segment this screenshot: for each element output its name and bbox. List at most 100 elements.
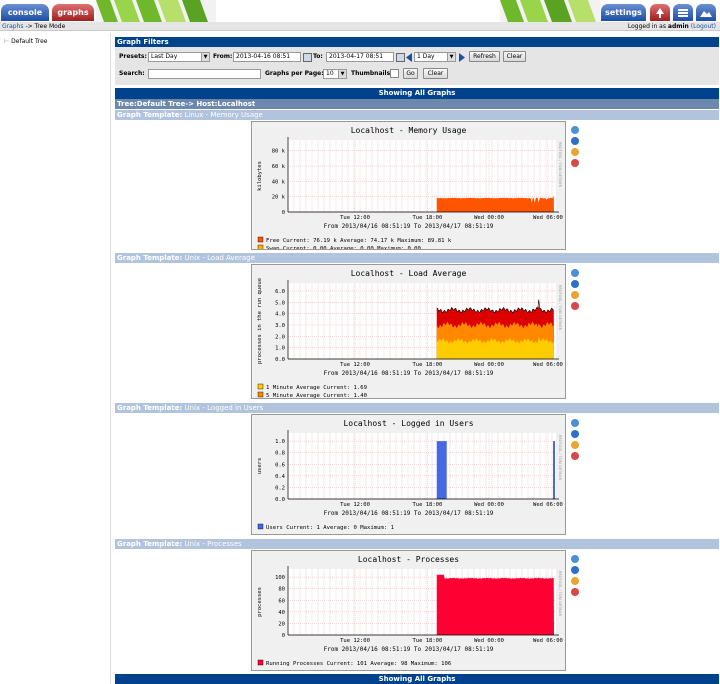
x-tick-label: Wed 00:00 (474, 362, 504, 368)
y-tick-label: 0.8 (275, 451, 285, 457)
y-axis-label: processes in the run queue (257, 278, 263, 364)
x-tick-label: Tue 12:00 (340, 502, 370, 508)
rrdtool-watermark: RRDTOOL / TOBI OETIKER (558, 142, 562, 188)
legend-swatch (257, 244, 264, 249)
legend-entry: Swap Current: 0.00 Average: 0.00 Maximum… (266, 246, 421, 249)
thumbnails-checkbox[interactable] (390, 69, 399, 78)
chevron-down-icon: ▼ (201, 53, 209, 61)
delete-icon[interactable] (571, 302, 579, 310)
y-tick-label: 0 (282, 210, 285, 216)
legend-swatch (257, 383, 264, 390)
time-range: From 2013/04/16 08:51:19 To 2013/04/17 0… (324, 370, 494, 377)
area-processes (436, 574, 554, 635)
edit-icon[interactable] (571, 148, 579, 156)
y-tick-label: 2.0 (275, 334, 285, 340)
graphs-tab[interactable]: graphs (52, 4, 94, 21)
to-calendar-icon[interactable] (396, 53, 405, 62)
preview-view-tab[interactable] (696, 4, 716, 21)
info-icon[interactable] (571, 137, 579, 145)
time-range: From 2013/04/16 08:51:19 To 2013/04/17 0… (324, 646, 494, 653)
breadcrumb-separator: -> (23, 23, 35, 30)
graph-memory-usage-svg: Localhost - Memory Usage 0 20 k 40 k 60 k 80 … (257, 126, 563, 249)
breadcrumb-current: Tree Mode (34, 23, 66, 30)
from-date-value: 2013-04-16 08:51 (236, 53, 291, 60)
delete-icon[interactable] (571, 588, 579, 596)
delete-icon[interactable] (571, 159, 579, 167)
decorative-stripes-left (96, 0, 216, 22)
graph-load-average-svg: Localhost - Load Average 0.0 1.0 2.0 3.0 4.0 5… (257, 269, 563, 398)
rrdtool-watermark: RRDTOOL / TOBI OETIKER (558, 571, 562, 617)
y-tick-label: 80 k (272, 149, 286, 155)
x-tick-label: Wed 06:00 (533, 638, 563, 644)
y-tick-label: 5.0 (275, 300, 285, 306)
edit-icon[interactable] (571, 441, 579, 449)
y-axis-label: kilobytes (257, 161, 263, 191)
decorative-stripes-right (500, 0, 600, 22)
tree-item-default[interactable]: ⊢ Default Tree (4, 38, 47, 45)
legend-entry: Users Current: 1 Average: 0 Maximum: 1 (266, 525, 394, 531)
info-icon[interactable] (571, 566, 579, 574)
info-icon[interactable] (571, 280, 579, 288)
go-button[interactable]: Go (403, 68, 418, 79)
presets-select[interactable]: Last Day ▼ (148, 52, 210, 62)
x-tick-label: Tue 12:00 (340, 215, 370, 221)
template-name: Unix - Logged in Users (184, 404, 264, 412)
from-date-input[interactable]: 2013-04-16 08:51 (233, 52, 301, 62)
legend-swatch (257, 391, 264, 398)
edit-icon[interactable] (571, 577, 579, 585)
timespan-select[interactable]: 1 Day ▼ (414, 52, 456, 62)
zoom-icon[interactable] (571, 419, 579, 427)
y-axis-label: processes (257, 587, 263, 617)
clear-dates-button[interactable]: Clear (503, 51, 526, 62)
refresh-button[interactable]: Refresh (469, 51, 500, 62)
time-range: From 2013/04/16 08:51:19 To 2013/04/17 0… (324, 223, 494, 230)
x-tick-label: Tue 18:00 (412, 502, 442, 508)
legend-entry: Free Current: 76.19 k Average: 74.17 k M… (266, 238, 452, 244)
graphs-per-page-select[interactable]: 10 ▼ (323, 69, 347, 79)
legend-swatch (257, 659, 264, 666)
graph-logged-in-users[interactable]: Localhost - Logged in Users 0.0 0.2 0.4 0.6 0… (251, 414, 566, 535)
x-tick-label: Tue 12:00 (340, 638, 370, 644)
zoom-icon[interactable] (571, 126, 579, 134)
y-tick-label: 40 k (272, 179, 286, 185)
legend-entry: 1 Minute Average Current: 1.69 (266, 385, 367, 391)
console-tab[interactable]: console (1, 4, 49, 21)
search-input[interactable] (148, 69, 261, 79)
login-status: Logged in as admin (Logout) (628, 22, 716, 31)
bar-users (436, 441, 447, 499)
showing-all-graphs-footer: Showing All Graphs (115, 674, 719, 684)
tree-view-tab[interactable] (650, 4, 670, 21)
graph-load-average[interactable]: Localhost - Load Average 0.0 1.0 2.0 3.0 4.0 5… (251, 264, 566, 399)
legend-entry: 5 Minute Average Current: 1.40 (266, 393, 367, 398)
clear-search-button[interactable]: Clear (423, 68, 448, 79)
graph-memory-usage[interactable]: Localhost - Memory Usage 0 20 k 40 k 60 k 80 … (251, 121, 566, 250)
x-tick-label: Wed 06:00 (533, 215, 563, 221)
y-tick-label: 100 (275, 575, 285, 581)
shift-left-icon[interactable] (406, 53, 413, 62)
from-label: From: (213, 53, 233, 60)
edit-icon[interactable] (571, 291, 579, 299)
zoom-icon[interactable] (571, 269, 579, 277)
from-calendar-icon[interactable] (303, 53, 312, 62)
settings-tab[interactable]: settings (601, 4, 646, 21)
shift-right-icon[interactable] (459, 53, 466, 62)
legend-swatch (257, 523, 264, 530)
zoom-icon[interactable] (571, 555, 579, 563)
graphs-per-page-value: 10 (326, 70, 334, 77)
graph-processes[interactable]: Localhost - Processes 0 20 40 60 80 100 Tue 12:… (251, 550, 566, 671)
list-view-tab[interactable] (673, 4, 693, 21)
bar-users-current (553, 441, 555, 499)
delete-icon[interactable] (571, 452, 579, 460)
logout-link[interactable]: (Logout) (691, 23, 716, 30)
to-date-value: 2013-04-17 08:51 (329, 53, 384, 60)
info-icon[interactable] (571, 430, 579, 438)
tree-item-label: Default Tree (11, 38, 48, 45)
breadcrumb-graphs-link[interactable]: Graphs (2, 23, 24, 30)
to-label: To: (313, 53, 323, 60)
y-tick-label: 40 (278, 610, 285, 616)
legend-swatch (257, 236, 264, 243)
breadcrumb: Graphs -> Tree Mode Logged in as admin (… (0, 22, 720, 31)
y-tick-label: 60 (278, 598, 285, 604)
x-tick-label: Tue 18:00 (412, 215, 442, 221)
to-date-input[interactable]: 2013-04-17 08:51 (326, 52, 394, 62)
